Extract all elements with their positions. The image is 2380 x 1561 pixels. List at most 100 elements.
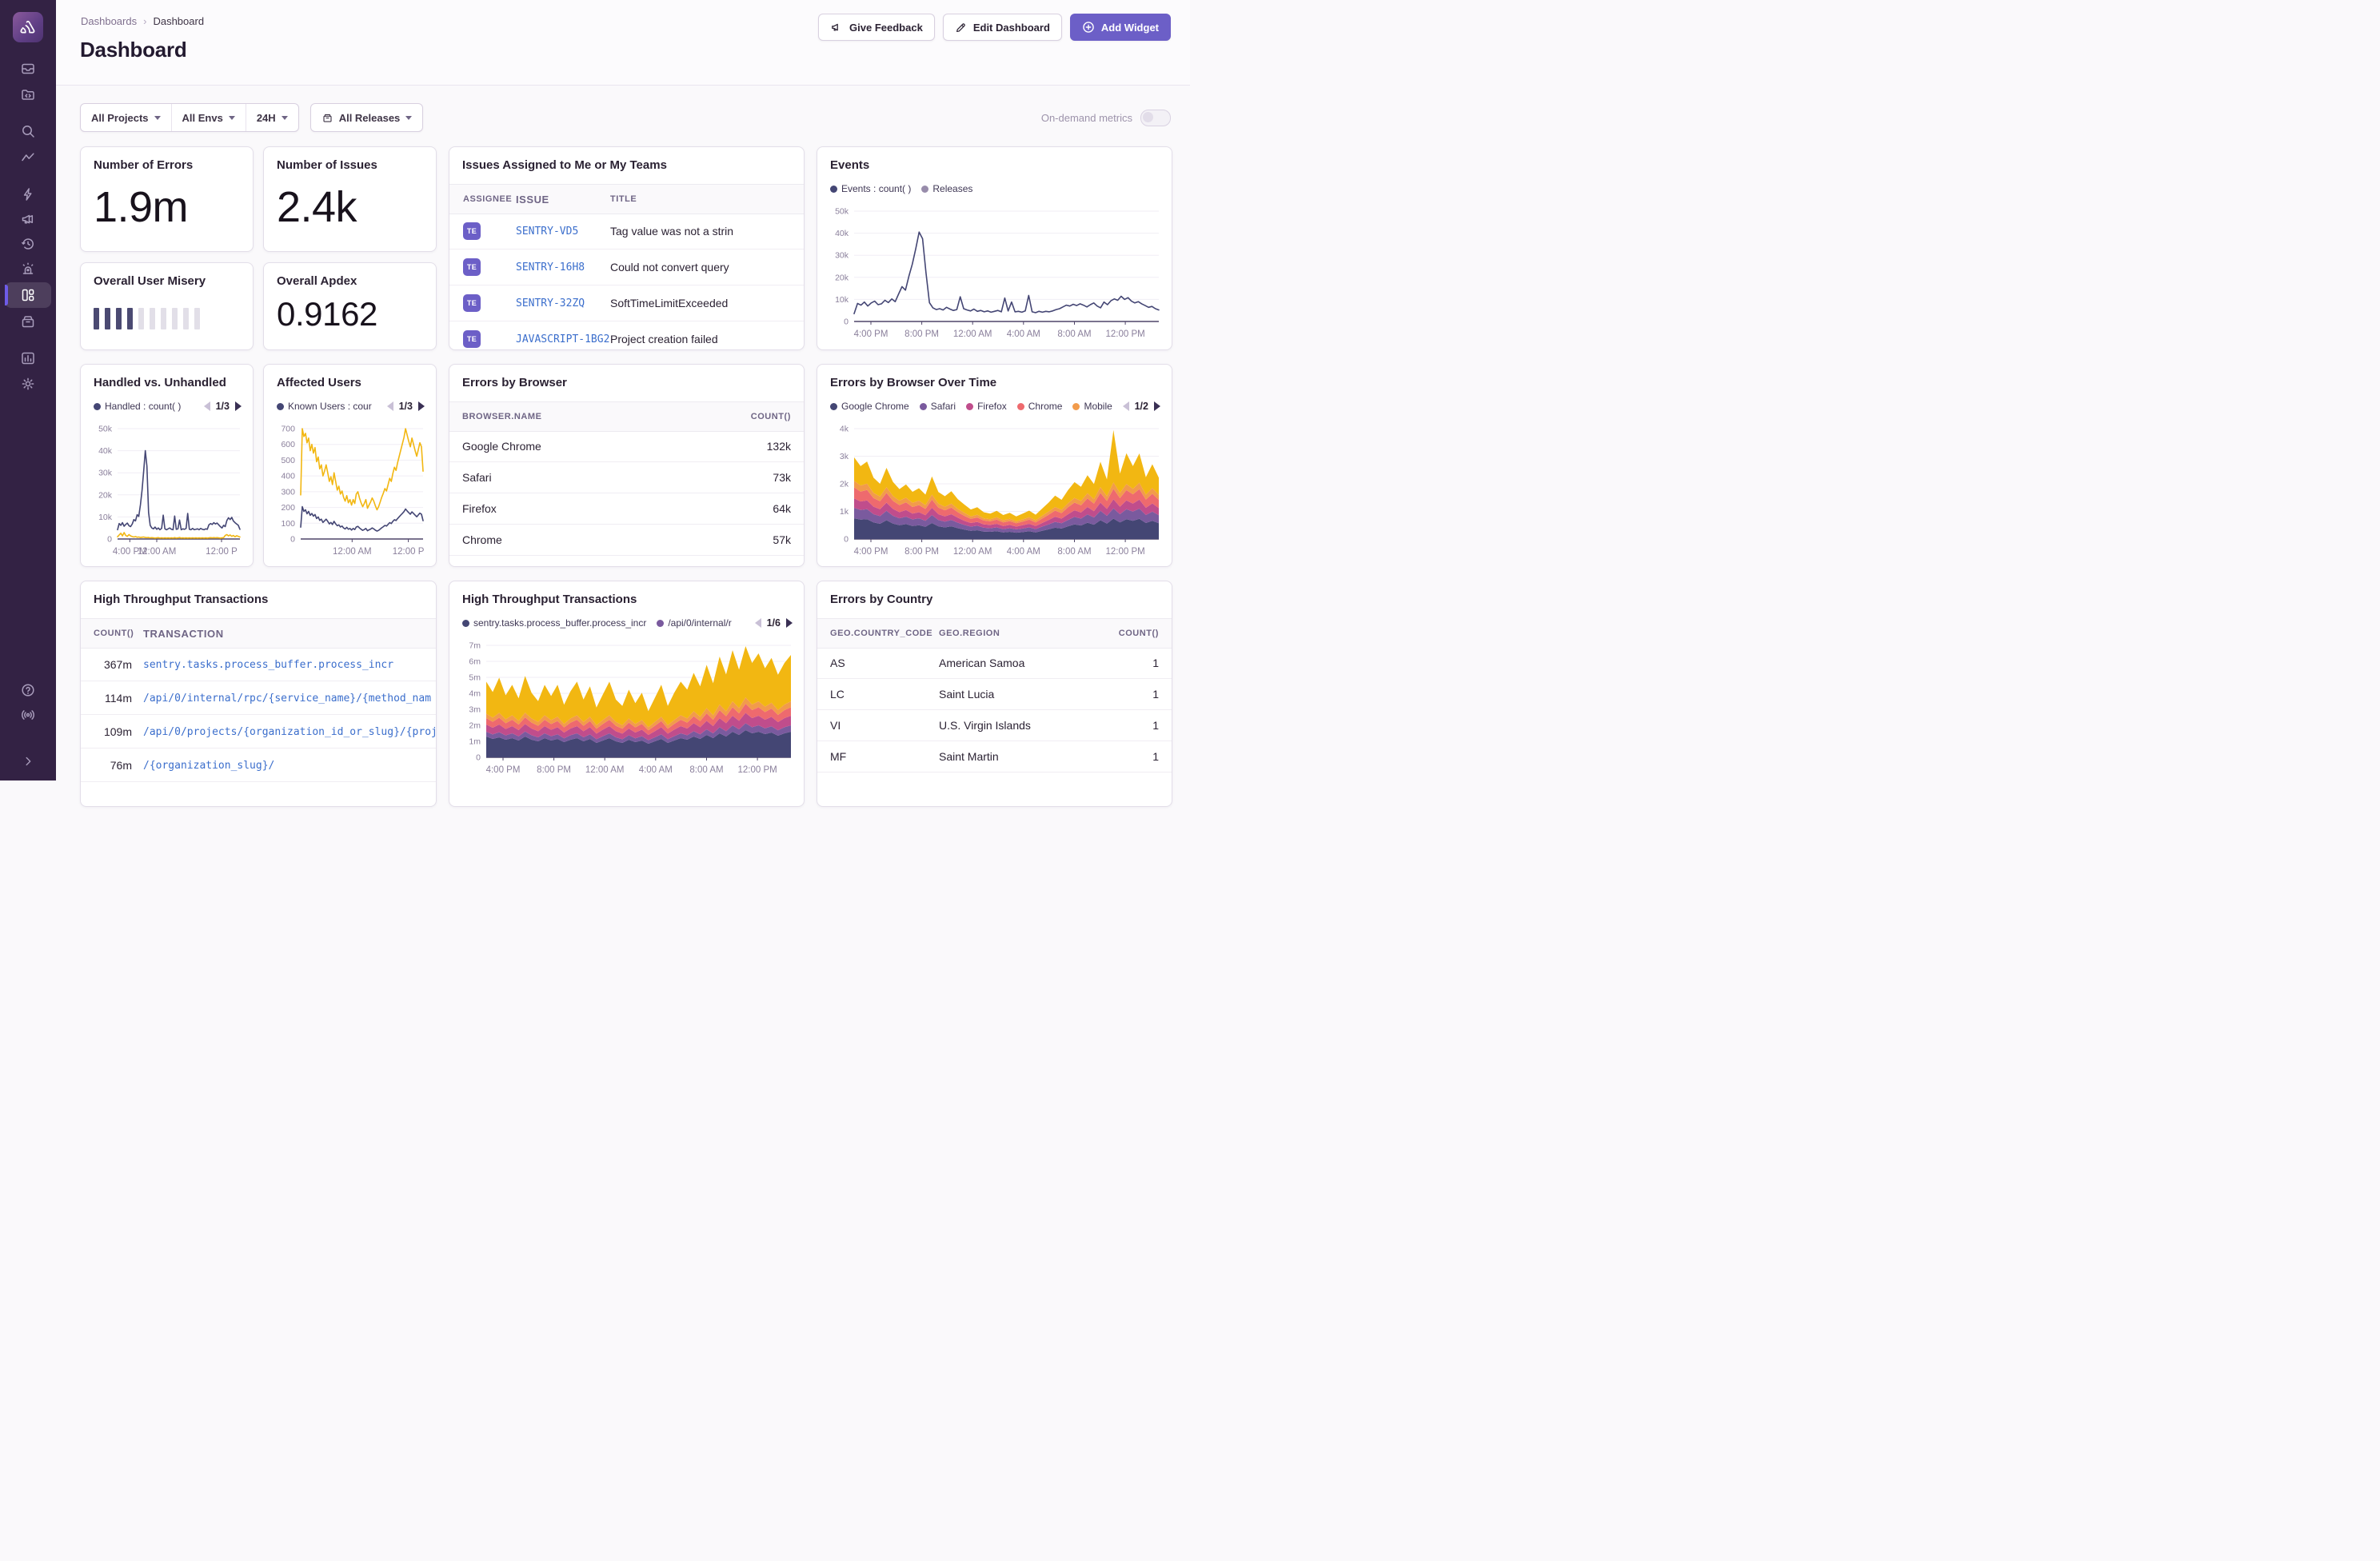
issue-link[interactable]: SENTRY-VD5 [516,226,578,238]
prev-page-icon[interactable] [1123,401,1129,411]
legend-item[interactable]: Handled : count( ) [94,401,181,412]
column-country-code[interactable]: GEO.COUNTRY_CODE [817,629,939,638]
column-title[interactable]: TITLE [610,194,804,204]
sidebar-item-projects[interactable] [5,83,51,106]
sidebar-bottom [0,679,56,773]
svg-text:10k: 10k [98,513,113,522]
issue-link[interactable]: SENTRY-32ZQ [516,297,585,309]
svg-text:600: 600 [281,440,295,449]
issue-link[interactable]: SENTRY-16H8 [516,261,585,273]
avatar[interactable]: TE [463,330,481,348]
throughput-stacked-area-chart[interactable]: 01m2m3m4m5m6m7m4:00 PM8:00 PM12:00 AM4:0… [459,639,794,777]
misery-bar [161,308,166,329]
sidebar-item-search[interactable] [5,120,51,142]
svg-text:4:00 AM: 4:00 AM [639,765,673,775]
ondemand-metrics-toggle[interactable] [1140,110,1171,126]
issue-link[interactable]: JAVASCRIPT-1BG2 [516,333,609,345]
next-page-icon[interactable] [1154,401,1160,411]
breadcrumb-dashboards[interactable]: Dashboards [81,15,137,27]
legend-item[interactable]: Known Users : cour [277,401,372,412]
legend-item[interactable]: Releases [921,183,972,194]
legend-dot [94,403,101,410]
column-region[interactable]: GEO.REGION [939,629,1071,638]
next-page-icon[interactable] [786,618,793,628]
table-header: COUNT() TRANSACTION [81,618,436,649]
next-page-icon[interactable] [235,401,242,411]
column-count[interactable]: COUNT() [81,629,132,638]
table-row: MF Saint Martin 1 [817,741,1172,773]
sidebar-item-settings[interactable] [5,373,51,395]
sidebar-item-dashboards[interactable] [5,282,51,308]
svg-text:7m: 7m [469,641,481,651]
country-code: LC [817,688,939,701]
avatar[interactable]: TE [463,222,481,240]
collapse-sidebar-button[interactable] [5,750,51,773]
projects-filter[interactable]: All Projects [81,104,171,131]
table-row: TE SENTRY-16H8 Could not convert query [449,250,804,285]
releases-filter[interactable]: All Releases [311,104,423,131]
column-count[interactable]: COUNT() [703,412,804,421]
page-title: Dashboard [80,38,186,62]
legend-item[interactable]: Firefox [966,401,1007,412]
broadcast-button[interactable] [5,704,51,726]
sidebar-item-replays[interactable] [5,233,51,255]
environments-filter[interactable]: All Envs [171,104,246,131]
megaphone-icon [20,211,36,227]
next-page-icon[interactable] [418,401,425,411]
projects-icon [20,86,36,102]
widget-overall-apdex: Overall Apdex 0.9162 [263,262,437,350]
svg-text:500: 500 [281,456,295,465]
help-button[interactable] [5,679,51,701]
widget-title: Events [830,158,1159,172]
page-indicator: 1/6 [767,617,781,629]
column-transaction[interactable]: TRANSACTION [132,628,436,640]
legend-item[interactable]: Safari [920,401,956,412]
transaction-link[interactable]: /{organization_slug}/ [143,760,274,772]
legend-item[interactable]: Chrome [1017,401,1063,412]
legend-item[interactable]: /api/0/internal/r [657,617,731,629]
add-widget-button[interactable]: Add Widget [1070,14,1171,41]
edit-dashboard-button[interactable]: Edit Dashboard [943,14,1062,41]
affected-users-line-chart[interactable]: 010020030040050060070012:00 AM12:00 P [274,422,426,558]
avatar[interactable]: TE [463,258,481,276]
transaction-link[interactable]: sentry.tasks.process_buffer.process_incr [143,659,393,671]
column-count[interactable]: COUNT() [1071,629,1172,638]
time-range-filter[interactable]: 24H [246,104,298,131]
events-line-chart[interactable]: 010k20k30k40k50k4:00 PM8:00 PM12:00 AM4:… [827,205,1162,341]
legend-label: Safari [931,401,956,412]
widget-events: Events Events : count( ) Releases 010k20k… [817,146,1172,350]
sidebar-item-feedback[interactable] [5,208,51,230]
legend-item[interactable]: sentry.tasks.process_buffer.process_incr [462,617,646,629]
browser-stacked-area-chart[interactable]: 01k2k3k4k4:00 PM8:00 PM12:00 AM4:00 AM8:… [827,422,1162,558]
svg-text:12:00 P: 12:00 P [206,547,238,557]
give-feedback-button[interactable]: Give Feedback [818,14,935,41]
transaction-count: 114m [81,692,132,705]
legend-item[interactable]: Mobile S [1072,401,1114,412]
sentry-logo[interactable] [13,12,43,42]
handled-line-chart[interactable]: 010k20k30k40k50k4:00 PM12:00 AM12:00 P [90,422,243,558]
table-row: 114m /api/0/internal/rpc/{service_name}/… [81,681,436,715]
lightning-icon [20,186,36,202]
sidebar-item-performance[interactable] [5,183,51,206]
transaction-link[interactable]: /api/0/projects/{organization_id_or_slug… [143,726,436,738]
prev-page-icon[interactable] [755,618,761,628]
sidebar-item-traces[interactable] [5,146,51,169]
widget-errors-by-browser: Errors by Browser BROWSER.NAME COUNT() G… [449,364,805,567]
avatar[interactable]: TE [463,294,481,312]
column-assignee[interactable]: ASSIGNEE [449,194,516,204]
legend-label: Google Chrome [841,401,909,412]
prev-page-icon[interactable] [204,401,210,411]
sidebar-item-issues[interactable] [5,58,51,80]
legend-label: /api/0/internal/r [668,617,731,629]
sidebar-item-releases[interactable] [5,310,51,333]
prev-page-icon[interactable] [387,401,393,411]
sidebar-item-stats[interactable] [5,347,51,369]
svg-text:8:00 AM: 8:00 AM [1057,547,1091,557]
legend-item[interactable]: Google Chrome [830,401,909,412]
legend-item[interactable]: Events : count( ) [830,183,911,194]
column-browser-name[interactable]: BROWSER.NAME [449,412,703,421]
column-issue[interactable]: ISSUE [516,194,610,206]
widget-number-of-errors: Number of Errors 1.9m [80,146,254,252]
transaction-link[interactable]: /api/0/internal/rpc/{service_name}/{meth… [143,693,431,705]
sidebar-item-alerts[interactable] [5,258,51,280]
